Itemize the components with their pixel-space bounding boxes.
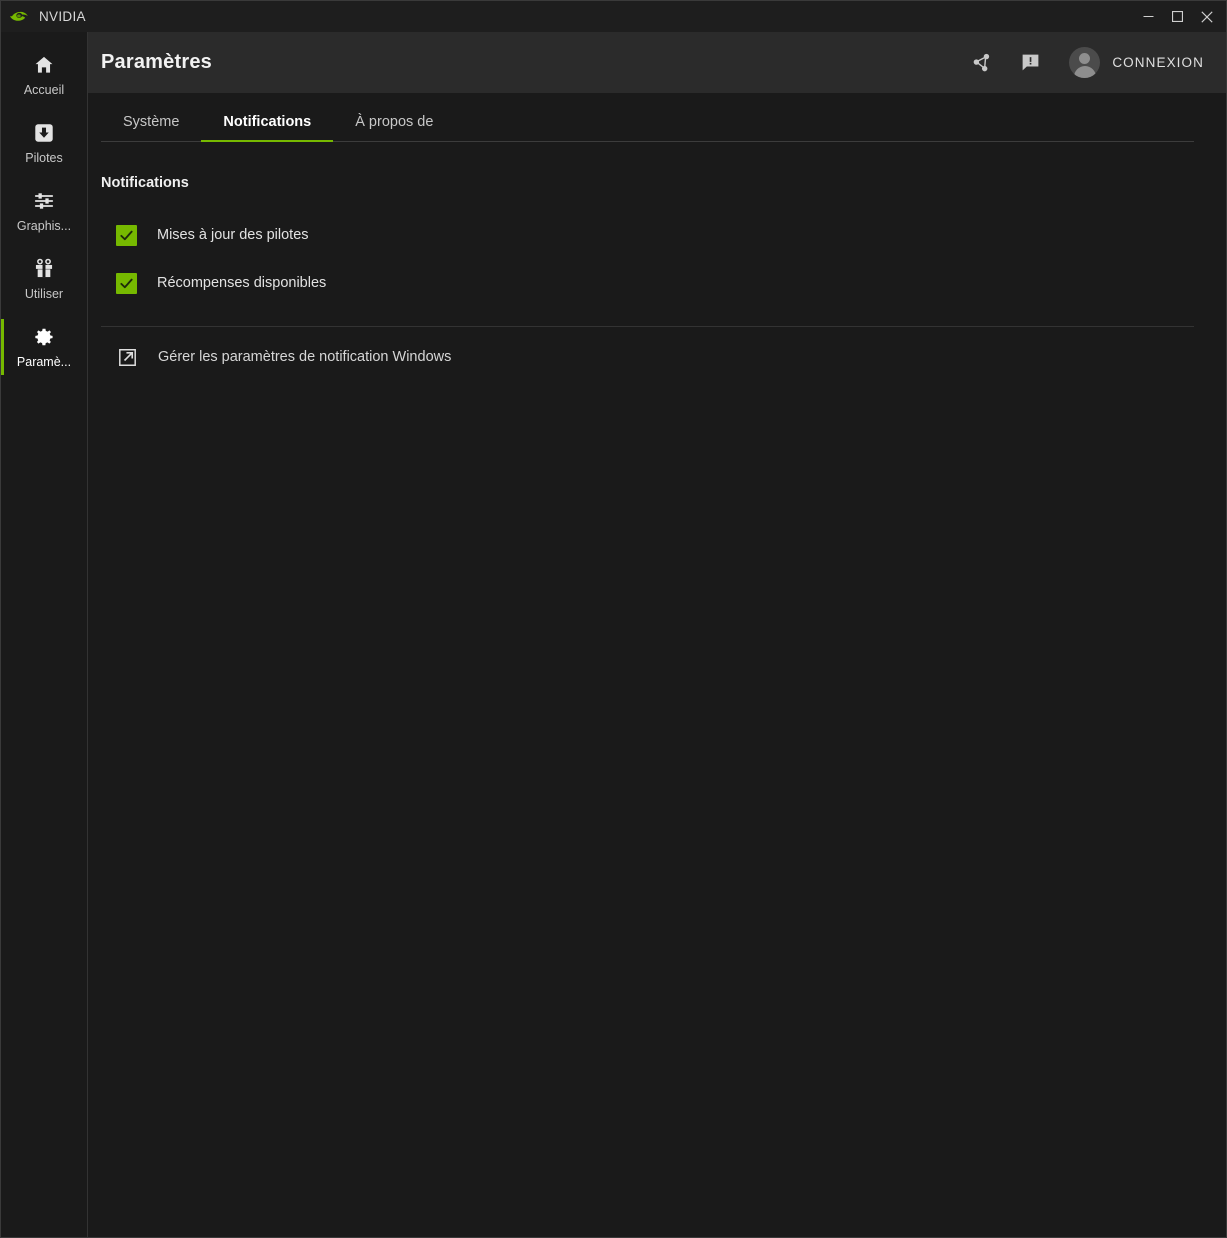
sidebar-item-label: Graphis... xyxy=(16,219,72,234)
section-divider xyxy=(101,326,1194,327)
gift-icon xyxy=(32,257,56,281)
sidebar-item-utiliser[interactable]: Utiliser xyxy=(1,245,87,313)
window-body: Accueil Pilotes Graphis... Utiliser Para… xyxy=(1,32,1226,1237)
nvidia-app-window: NVIDIA Accueil Pilotes Graphis... Utilis… xyxy=(0,0,1227,1238)
tab-a-propos-de[interactable]: À propos de xyxy=(333,114,455,142)
nvidia-eye-logo-icon xyxy=(9,9,30,24)
login-button[interactable]: CONNEXION xyxy=(1069,47,1204,78)
sidebar-item-pilotes[interactable]: Pilotes xyxy=(1,109,87,177)
sidebar-item-label: Paramè... xyxy=(16,355,72,370)
title-bar: NVIDIA xyxy=(1,1,1226,32)
sidebar-item-label: Utiliser xyxy=(24,287,64,302)
link-label: Gérer les paramètres de notification Win… xyxy=(158,349,452,365)
section-title: Notifications xyxy=(101,175,189,191)
page-title: Paramètres xyxy=(101,51,212,73)
sidebar-item-graphismes[interactable]: Graphis... xyxy=(1,177,87,245)
share-icon[interactable] xyxy=(969,50,995,76)
sliders-icon xyxy=(32,189,56,213)
avatar-icon xyxy=(1069,47,1101,78)
main-area: Paramètres CONNEXION Système Notificatio… xyxy=(88,32,1226,1237)
close-button[interactable] xyxy=(1192,1,1226,32)
sidebar-item-label: Accueil xyxy=(23,83,65,98)
home-icon xyxy=(32,53,56,77)
feedback-icon[interactable] xyxy=(1017,50,1043,76)
option-row-driver-updates[interactable]: Mises à jour des pilotes xyxy=(101,211,1194,259)
login-label: CONNEXION xyxy=(1112,55,1204,70)
app-title: NVIDIA xyxy=(39,9,86,24)
header-actions: CONNEXION xyxy=(969,47,1204,78)
window-controls xyxy=(1134,1,1226,32)
option-row-rewards[interactable]: Récompenses disponibles xyxy=(101,259,1194,307)
checkbox-driver-updates[interactable] xyxy=(116,224,137,246)
gear-icon xyxy=(32,325,56,349)
option-label: Mises à jour des pilotes xyxy=(157,227,309,243)
tabs-bar: Système Notifications À propos de xyxy=(101,93,1194,142)
active-indicator xyxy=(1,319,4,375)
sidebar: Accueil Pilotes Graphis... Utiliser Para… xyxy=(1,32,88,1237)
checkbox-rewards[interactable] xyxy=(116,272,137,294)
sidebar-item-parametres[interactable]: Paramè... xyxy=(1,313,87,381)
minimize-button[interactable] xyxy=(1134,1,1163,32)
maximize-button[interactable] xyxy=(1163,1,1192,32)
windows-notification-settings-link[interactable]: Gérer les paramètres de notification Win… xyxy=(101,331,1194,383)
option-label: Récompenses disponibles xyxy=(157,275,327,291)
tab-systeme[interactable]: Système xyxy=(101,114,201,142)
tab-notifications[interactable]: Notifications xyxy=(201,114,334,142)
notification-options: Mises à jour des pilotes Récompenses dis… xyxy=(101,211,1194,307)
download-icon xyxy=(32,121,56,145)
page-header: Paramètres CONNEXION xyxy=(88,32,1226,93)
sidebar-item-accueil[interactable]: Accueil xyxy=(1,41,87,109)
sidebar-item-label: Pilotes xyxy=(25,151,63,166)
content-area: Système Notifications À propos de Notifi… xyxy=(88,93,1226,1237)
external-link-icon xyxy=(116,346,138,368)
